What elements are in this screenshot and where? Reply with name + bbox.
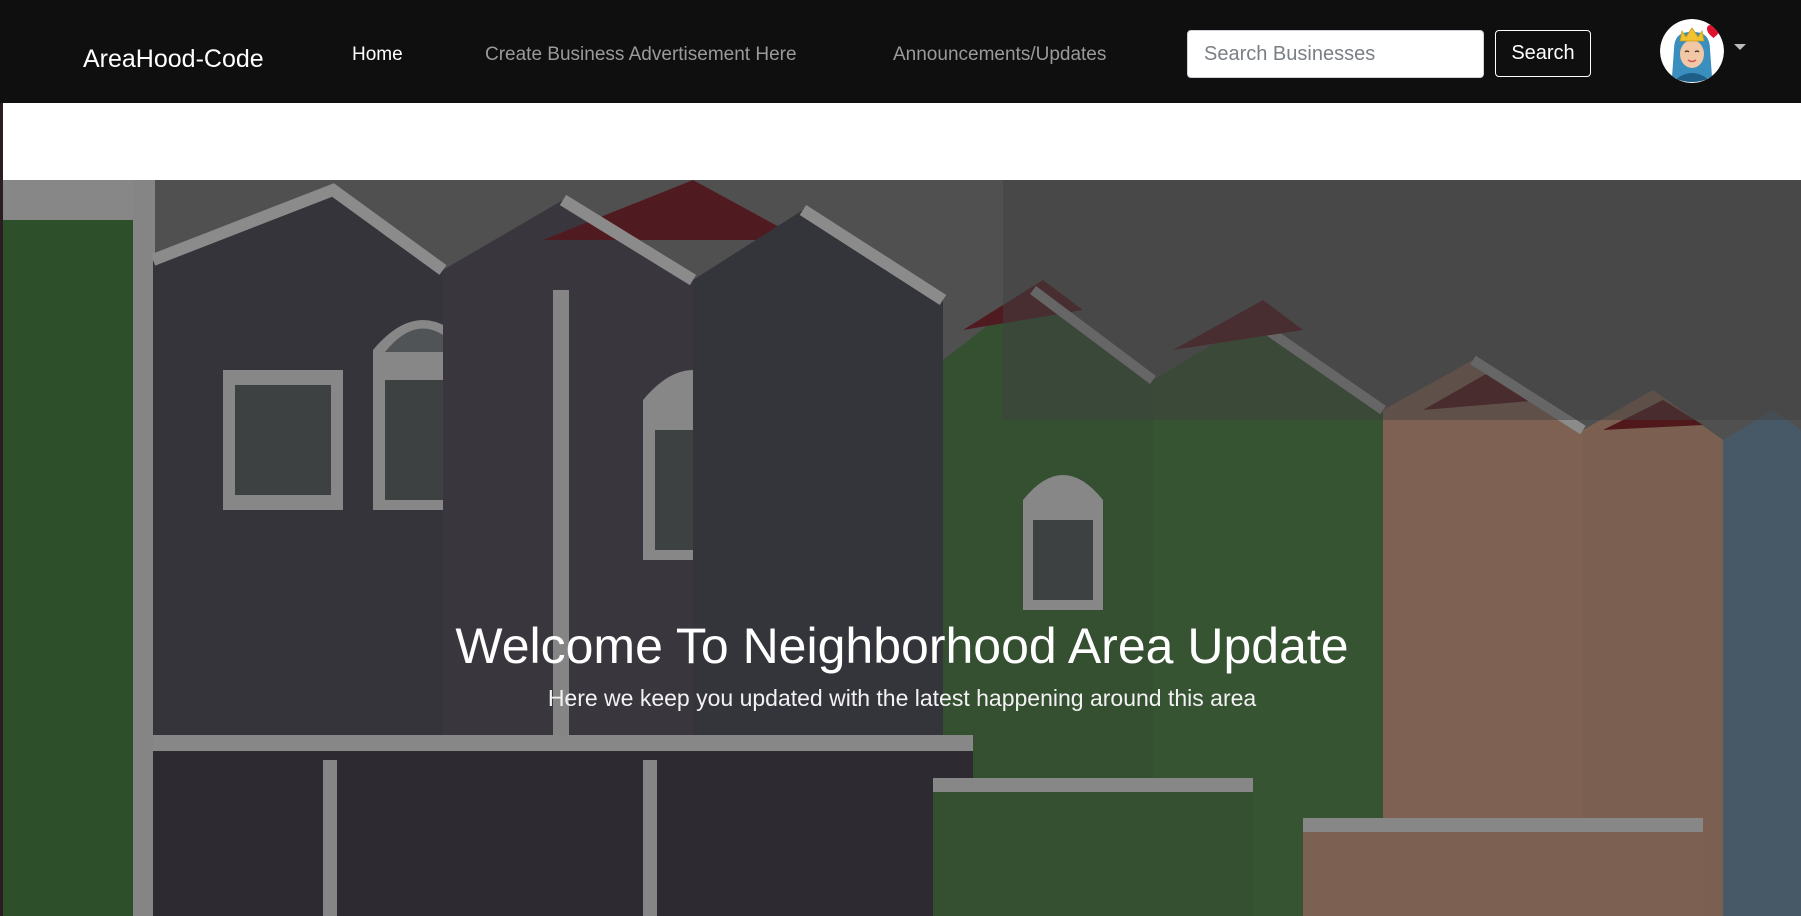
user-avatar-icon[interactable]	[1660, 19, 1724, 83]
hero-banner: Welcome To Neighborhood Area Update Here…	[3, 180, 1801, 916]
user-menu-toggle[interactable]	[1660, 19, 1724, 83]
nav-link-create-business-ad[interactable]: Create Business Advertisement Here	[485, 44, 797, 66]
brand-logo-text[interactable]: AreaHood-Code	[83, 45, 264, 74]
hero-dark-overlay	[3, 180, 1801, 916]
hero-subtitle: Here we keep you updated with the latest…	[547, 685, 1257, 711]
white-spacer-band	[3, 103, 1801, 180]
caret-down-icon[interactable]	[1734, 44, 1746, 50]
hero-title: Welcome To Neighborhood Area Update	[455, 618, 1349, 674]
search-businesses-input[interactable]	[1187, 30, 1484, 78]
search-button[interactable]: Search	[1495, 30, 1591, 77]
nav-link-home[interactable]: Home	[352, 44, 403, 66]
nav-link-announcements[interactable]: Announcements/Updates	[893, 44, 1106, 66]
top-navbar: AreaHood-Code Home Create Business Adver…	[0, 0, 1801, 103]
